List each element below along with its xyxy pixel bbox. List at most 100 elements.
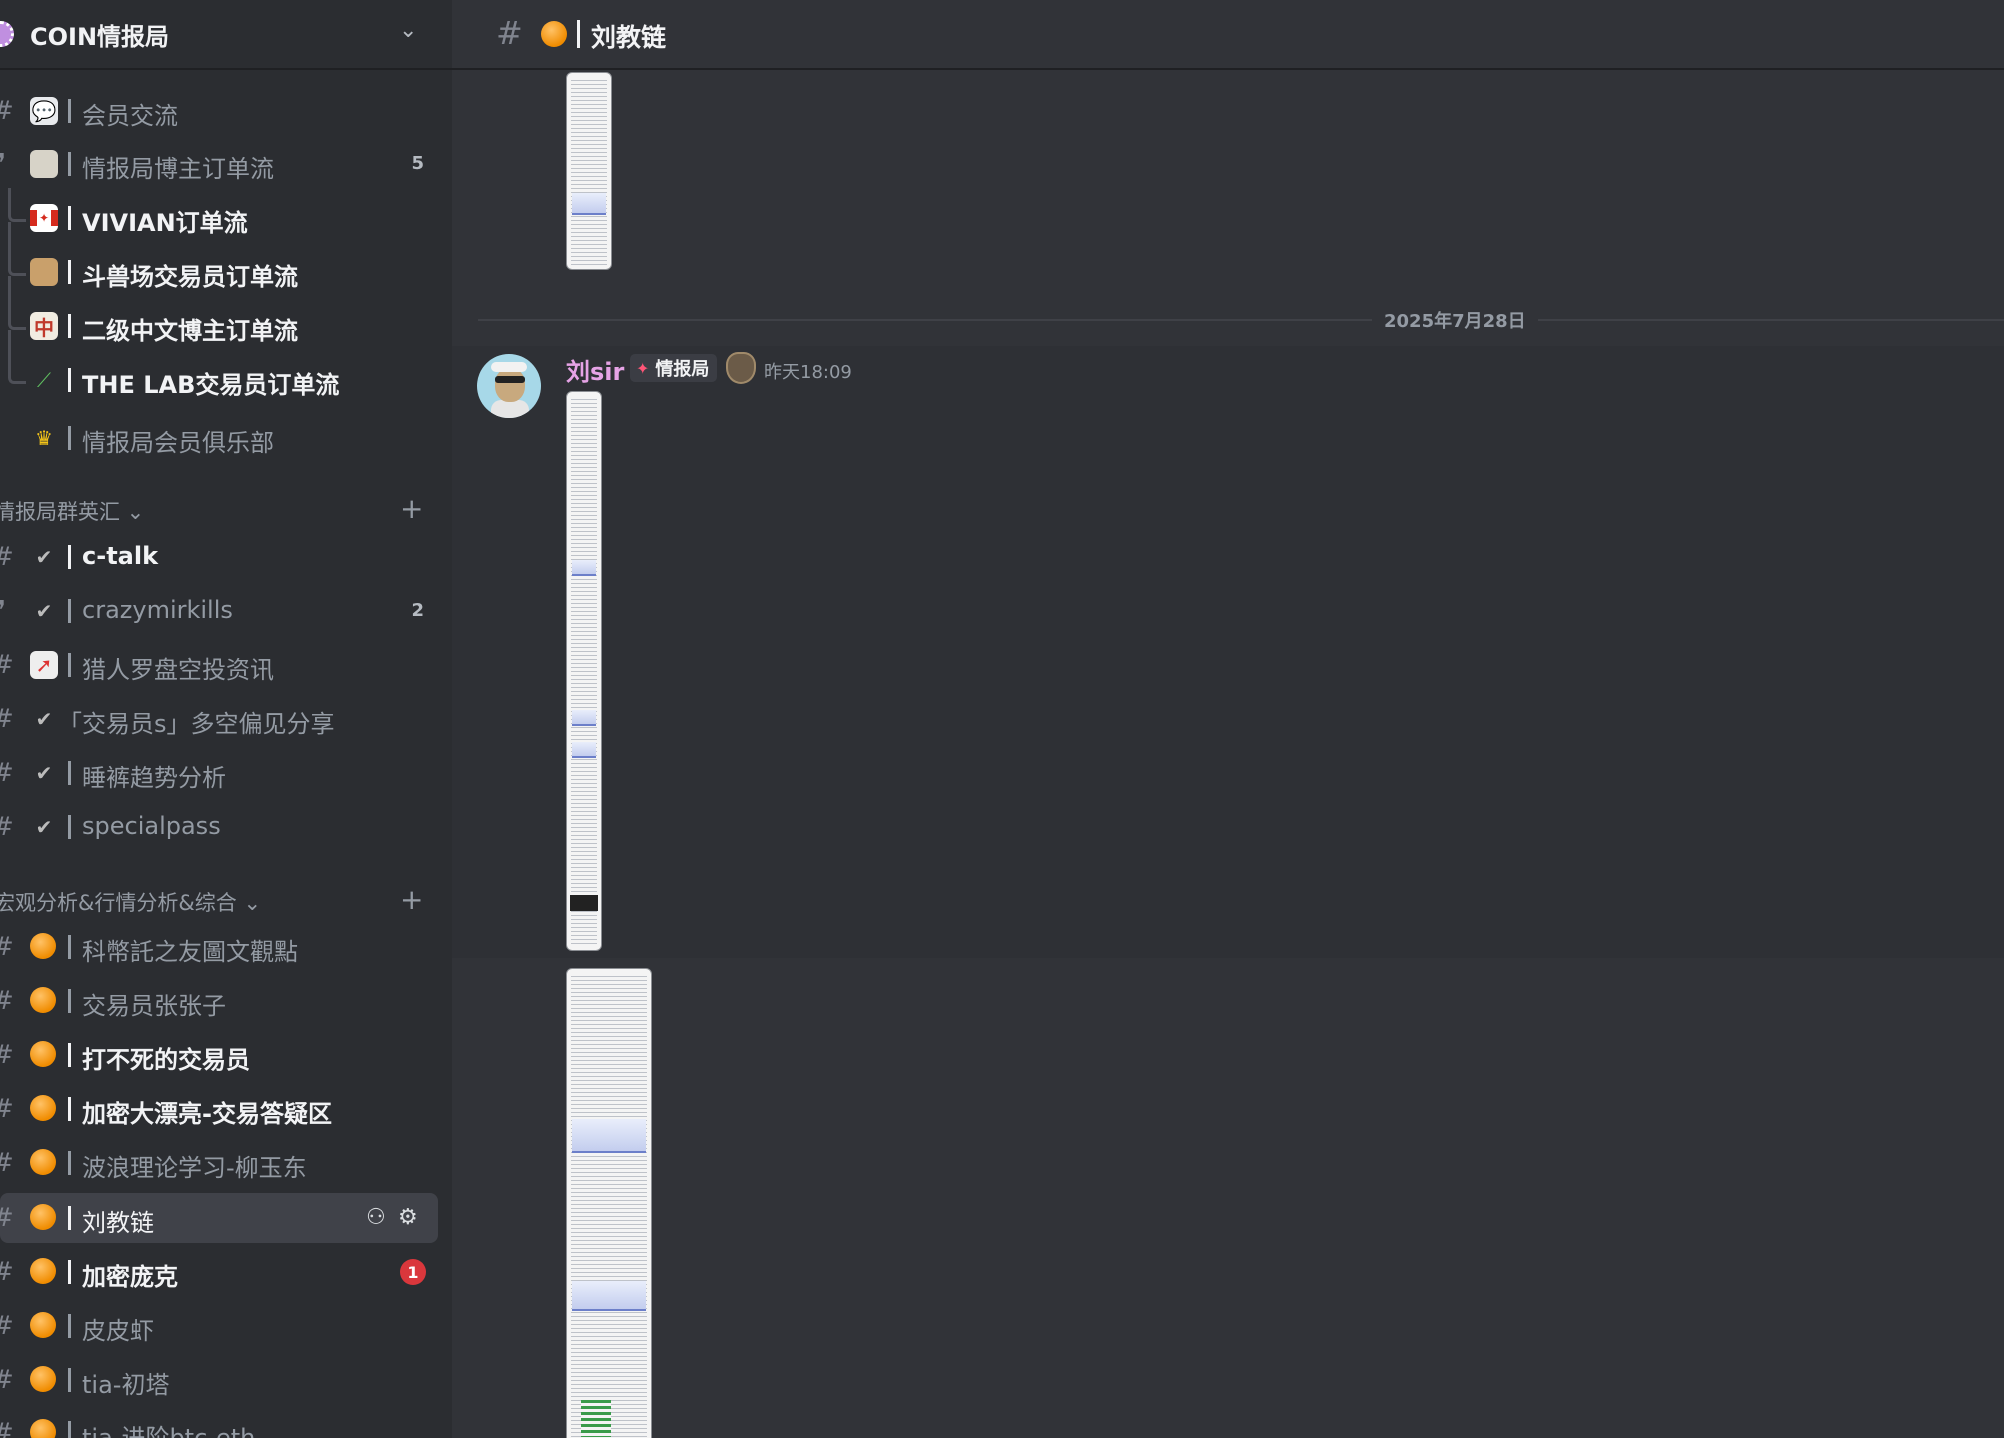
separator xyxy=(68,1314,71,1338)
channel-item-active[interactable]: # 刘教链 ⚇ ⚙ xyxy=(0,1193,438,1243)
separator xyxy=(68,1206,71,1230)
channel-item[interactable]: # 波浪理论学习-柳玉东 xyxy=(0,1138,438,1188)
server-crest-icon xyxy=(726,352,756,384)
channel-label: 情报局博主订单流 xyxy=(82,155,274,183)
forum-icon: ❞ xyxy=(0,596,16,626)
channel-item[interactable]: # ✔ c-talk xyxy=(0,532,438,582)
separator xyxy=(68,426,71,450)
channel-item[interactable]: # ✔ 睡裤趋势分析 xyxy=(0,748,438,798)
separator xyxy=(68,152,71,176)
thread-label: THE LAB交易员订单流 xyxy=(82,371,340,399)
channel-item[interactable]: # ➚ 猎人罗盘空投资讯 xyxy=(0,640,438,690)
category-label: 情报局群英汇 ⌄ xyxy=(0,500,145,524)
document-text xyxy=(571,973,647,1438)
channel-item[interactable]: # ✔ specialpass xyxy=(0,802,438,852)
add-channel-icon[interactable]: + xyxy=(400,492,423,525)
category-header[interactable]: 宏观分析&行情分析&综合 ⌄ + xyxy=(0,883,438,917)
channel-label: specialpass xyxy=(82,812,221,840)
image-attachment[interactable] xyxy=(566,391,602,951)
bar-chart-thumbnail xyxy=(581,1397,611,1437)
channel-item[interactable]: # 科幣託之友圖文觀點 xyxy=(0,922,438,972)
avatar-body xyxy=(491,400,529,418)
crown-icon: ♛ xyxy=(35,426,53,450)
channel-item[interactable]: # ✔ 「交易员s」多空偏见分享 xyxy=(0,694,438,744)
text-channel-icon: # xyxy=(0,758,16,788)
checkmark-icon: ✔ xyxy=(35,599,53,623)
stadium-icon xyxy=(30,258,58,286)
category-label: 宏观分析&行情分析&综合 ⌄ xyxy=(0,891,262,915)
server-header[interactable]: COIN情报局 ⌄ xyxy=(0,0,452,70)
add-channel-icon[interactable]: + xyxy=(400,883,423,916)
channel-item[interactable]: # tia-进阶btc-eth xyxy=(0,1408,438,1438)
message-timestamp[interactable]: 昨天18:09 xyxy=(764,358,852,384)
channel-label: 会员交流 xyxy=(82,102,178,130)
text-channel-icon: # xyxy=(0,1365,16,1395)
avatar-hat xyxy=(491,362,527,372)
chevron-down-icon[interactable]: ⌄ xyxy=(399,18,417,43)
chart-thumbnail xyxy=(572,742,596,758)
channel-item[interactable]: # 加密庞克 1 xyxy=(0,1247,438,1297)
thread-item[interactable]: ✦ VIVIAN订单流 xyxy=(0,193,438,243)
image-attachment[interactable] xyxy=(566,72,612,270)
gear-icon[interactable]: ⚙ xyxy=(398,1205,418,1230)
compass-icon: ➚ xyxy=(30,651,58,679)
dark-block xyxy=(570,895,598,911)
channel-sidebar: COIN情报局 ⌄ # 💬 会员交流 ❞ 情报局博主订单流 5 ✦ VIVIAN… xyxy=(0,0,452,1438)
channel-label: 加密大漂亮-交易答疑区 xyxy=(82,1100,332,1128)
channel-item[interactable]: # tia-初塔 xyxy=(0,1355,438,1405)
text-channel-icon: # xyxy=(0,542,16,572)
avatar[interactable] xyxy=(477,354,541,418)
separator xyxy=(68,935,71,959)
channel-label: 「交易员s」多空偏见分享 xyxy=(58,710,335,738)
chart-thumbnail xyxy=(572,1281,646,1311)
channel-label: 打不死的交易员 xyxy=(82,1046,250,1074)
channel-item[interactable]: # 💬 会员交流 xyxy=(0,86,438,136)
message-author[interactable]: 刘sir xyxy=(566,352,624,387)
image-attachment[interactable] xyxy=(566,968,652,1438)
channel-item[interactable]: # 皮皮虾 xyxy=(0,1301,438,1351)
thread-item[interactable]: ⟋ THE LAB交易员订单流 xyxy=(0,355,438,405)
separator xyxy=(68,368,71,392)
checkmark-icon: ✔ xyxy=(35,707,53,731)
orange-orb-icon xyxy=(30,1366,56,1392)
text-channel-icon: # xyxy=(0,1257,16,1287)
text-channel-icon: # xyxy=(0,1148,16,1178)
channel-item[interactable]: # 交易员张张子 xyxy=(0,976,438,1026)
separator xyxy=(68,1097,71,1121)
avatar-face xyxy=(495,368,525,402)
channel-item[interactable]: # 打不死的交易员 xyxy=(0,1030,438,1080)
thread-item[interactable]: 中 二级中文博主订单流 xyxy=(0,301,438,351)
voice-channel-item[interactable]: ) ♛ 情报局会员俱乐部 xyxy=(0,413,438,463)
channel-label: crazymirkills xyxy=(82,596,233,624)
forum-channel-item[interactable]: ❞ ✔ crazymirkills 2 xyxy=(0,586,438,636)
thread-label: VIVIAN订单流 xyxy=(82,209,248,237)
text-channel-icon: # xyxy=(0,704,16,734)
text-channel-icon: # xyxy=(0,1040,16,1070)
channel-label: c-talk xyxy=(82,542,159,570)
separator xyxy=(68,1043,71,1067)
separator xyxy=(68,545,71,569)
forum-channel-item[interactable]: ❞ 情报局博主订单流 5 xyxy=(0,139,438,189)
channel-label: 波浪理论学习-柳玉东 xyxy=(82,1154,307,1182)
invite-members-icon[interactable]: ⚇ xyxy=(366,1205,386,1230)
role-icon: ✦ xyxy=(636,358,650,378)
forum-icon: ❞ xyxy=(0,149,16,179)
separator xyxy=(68,599,71,623)
date-divider-label: 2025年7月28日 xyxy=(1372,307,1538,333)
thread-item[interactable]: 斗兽场交易员订单流 xyxy=(0,247,438,297)
chart-thumbnail xyxy=(572,710,596,726)
category-header[interactable]: 情报局群英汇 ⌄ + xyxy=(0,492,438,526)
channel-label: 猎人罗盘空投资讯 xyxy=(82,656,274,684)
thread-label: 斗兽场交易员订单流 xyxy=(82,263,298,291)
channel-label: 刘教链 xyxy=(82,1209,154,1237)
thread-count: 5 xyxy=(411,153,424,174)
role-tag[interactable]: ✦ 情报局 xyxy=(630,354,718,382)
text-channel-icon: # xyxy=(0,986,16,1016)
channel-label: 交易员张张子 xyxy=(82,992,226,1020)
channel-item[interactable]: # 加密大漂亮-交易答疑区 xyxy=(0,1084,438,1134)
date-divider xyxy=(478,319,2004,321)
channel-label: 睡裤趋势分析 xyxy=(82,764,226,792)
document-text xyxy=(571,77,607,265)
checkmark-icon: ✔ xyxy=(35,545,53,569)
text-channel-icon: # xyxy=(0,96,16,126)
